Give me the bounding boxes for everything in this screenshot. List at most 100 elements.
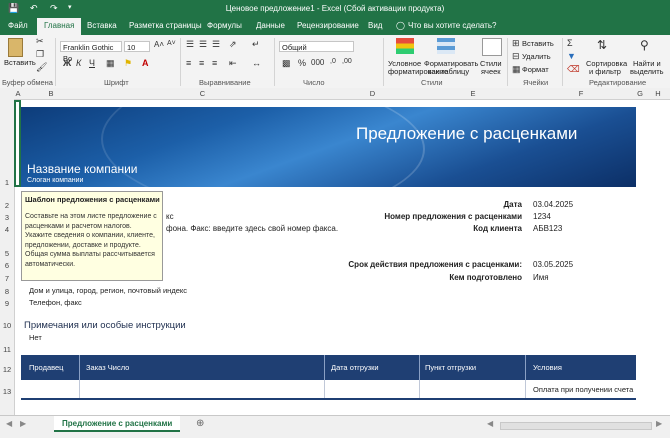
format-as-table-label-2[interactable]: как таблицу [428,67,469,76]
add-sheet-icon[interactable]: ⊕ [196,418,204,429]
format-cells-icon[interactable]: ▦ [512,64,521,75]
tab-insert[interactable]: Вставка [87,21,117,30]
shrink-font-icon[interactable]: A˅ [167,40,176,47]
column-header-g[interactable]: G [636,89,644,98]
quote-number-value[interactable]: 1234 [533,212,551,221]
delete-cells-icon[interactable]: ⊟ [512,51,520,62]
cell-styles-icon[interactable] [482,38,502,56]
date-value[interactable]: 03.04.2025 [533,200,573,209]
fill-icon[interactable]: ▼ [567,51,576,61]
row-header-7[interactable]: 7 [0,274,14,283]
font-color-icon[interactable]: A [142,58,149,68]
row-header-8[interactable]: 8 [0,287,14,296]
column-header-c[interactable]: C [80,89,325,98]
table-header-ship-date: Дата отгрузки [331,363,379,372]
wrap-text-icon[interactable]: ↵ [252,39,260,50]
column-header-a[interactable]: A [14,89,22,98]
decrease-decimal-icon[interactable]: ,00 [342,58,352,65]
notes-value[interactable]: Нет [29,333,42,342]
align-right-icon[interactable]: ≡ [212,58,217,68]
orientation-icon[interactable]: ⇗ [229,39,237,50]
tab-data[interactable]: Данные [256,21,285,30]
table-cell-terms[interactable]: Оплата при получении счета [533,385,633,394]
font-name-select[interactable]: Franklin Gothic Bo [60,41,122,63]
template-tooltip: Шаблон предложения с расценками Составьт… [21,191,163,281]
sheet-tab-quote[interactable]: Предложение с расценками [54,416,181,432]
insert-cells-icon[interactable]: ⊞ [512,38,520,49]
paste-button[interactable]: Вставить [4,58,36,67]
row-headers: 1 2 3 4 5 6 7 8 9 10 11 12 13 [0,99,15,415]
client-code-value[interactable]: АБВ123 [533,224,562,233]
date-label: Дата [503,200,522,209]
row-header-9[interactable]: 9 [0,299,14,308]
align-top-icon[interactable]: ☰ [186,39,194,50]
underline-icon[interactable]: Ч [89,58,95,68]
column-header-e[interactable]: E [420,89,526,98]
align-middle-icon[interactable]: ☰ [199,39,207,50]
tell-me-input[interactable]: Что вы хотите сделать? [408,21,496,30]
format-as-table-icon[interactable] [437,38,455,54]
prepared-by-value[interactable]: Имя [533,273,549,282]
tab-review[interactable]: Рецензирование [297,21,359,30]
tab-home[interactable]: Главная [37,18,82,35]
valid-until-value[interactable]: 03.05.2025 [533,260,573,269]
autosum-icon[interactable]: Σ [567,38,573,48]
row-header-5[interactable]: 5 [0,249,14,258]
horizontal-scrollbar[interactable] [500,422,652,430]
row-header-10[interactable]: 10 [0,321,14,330]
align-center-icon[interactable]: ≡ [199,58,204,68]
copy-icon[interactable]: ❐ [36,49,44,60]
format-painter-icon[interactable]: 🖌 [36,62,47,73]
increase-decimal-icon[interactable]: ,0 [330,58,336,65]
currency-icon[interactable]: ▩ [282,58,291,69]
next-sheet-icon[interactable]: ▶ [20,419,26,428]
align-bottom-icon[interactable]: ☰ [212,39,220,50]
prev-sheet-icon[interactable]: ◀ [6,419,12,428]
sort-filter-icon[interactable]: ⇅ [597,38,607,52]
row-header-6[interactable]: 6 [0,261,14,270]
row-header-4[interactable]: 4 [0,225,14,234]
address-line[interactable]: Дом и улица, город, регион, почтовый инд… [29,286,187,295]
italic-icon[interactable]: К [76,58,81,68]
indent-icon[interactable]: ⇤ [229,58,237,69]
tab-view[interactable]: Вид [368,21,382,30]
merge-center-icon[interactable]: ↔ [252,58,261,68]
column-header-d[interactable]: D [325,89,420,98]
row-header-13[interactable]: 13 [0,387,14,396]
scroll-right-icon[interactable]: ▶ [656,419,662,428]
tab-formulas[interactable]: Формулы [207,21,242,30]
column-header-b[interactable]: B [22,89,80,98]
row-header-11[interactable]: 11 [0,345,14,354]
number-format-select[interactable]: Общий [279,41,354,52]
phone-fax-line[interactable]: Телефон, факс [29,298,82,307]
paste-icon[interactable] [8,38,23,57]
find-select-icon[interactable]: ⚲ [640,38,649,52]
column-header-f[interactable]: F [526,89,636,98]
fill-color-icon[interactable]: ⚑ [124,58,132,69]
tab-page-layout[interactable]: Разметка страницы [129,21,202,30]
row-header-2[interactable]: 2 [0,201,14,210]
font-size-select[interactable]: 10 [124,41,150,52]
bold-icon[interactable]: Ж [63,58,71,68]
tab-file[interactable]: Файл [8,21,28,30]
delete-cells-button[interactable]: Удалить [522,52,551,61]
insert-cells-button[interactable]: Вставить [522,39,554,48]
format-cells-button[interactable]: Формат [522,65,549,74]
percent-icon[interactable]: % [298,58,306,68]
active-cell[interactable] [14,100,21,187]
conditional-formatting-icon[interactable] [396,38,414,54]
find-select-label-2[interactable]: выделить [630,67,664,76]
clear-icon[interactable]: ⌫ [567,64,580,75]
row-header-12[interactable]: 12 [0,365,14,374]
borders-icon[interactable]: ▦ [106,58,115,69]
grow-font-icon[interactable]: A˄ [154,40,164,49]
thousands-icon[interactable]: 000 [311,58,324,67]
row-header-1[interactable]: 1 [0,178,14,187]
row-header-3[interactable]: 3 [0,213,14,222]
column-header-h[interactable]: H [648,89,668,98]
align-left-icon[interactable]: ≡ [186,58,191,68]
cell-styles-label-2[interactable]: ячеек [481,67,501,76]
scroll-left-icon[interactable]: ◀ [487,419,493,428]
sort-filter-label-2[interactable]: и фильтр [589,67,621,76]
cut-icon[interactable]: ✂ [36,36,44,47]
